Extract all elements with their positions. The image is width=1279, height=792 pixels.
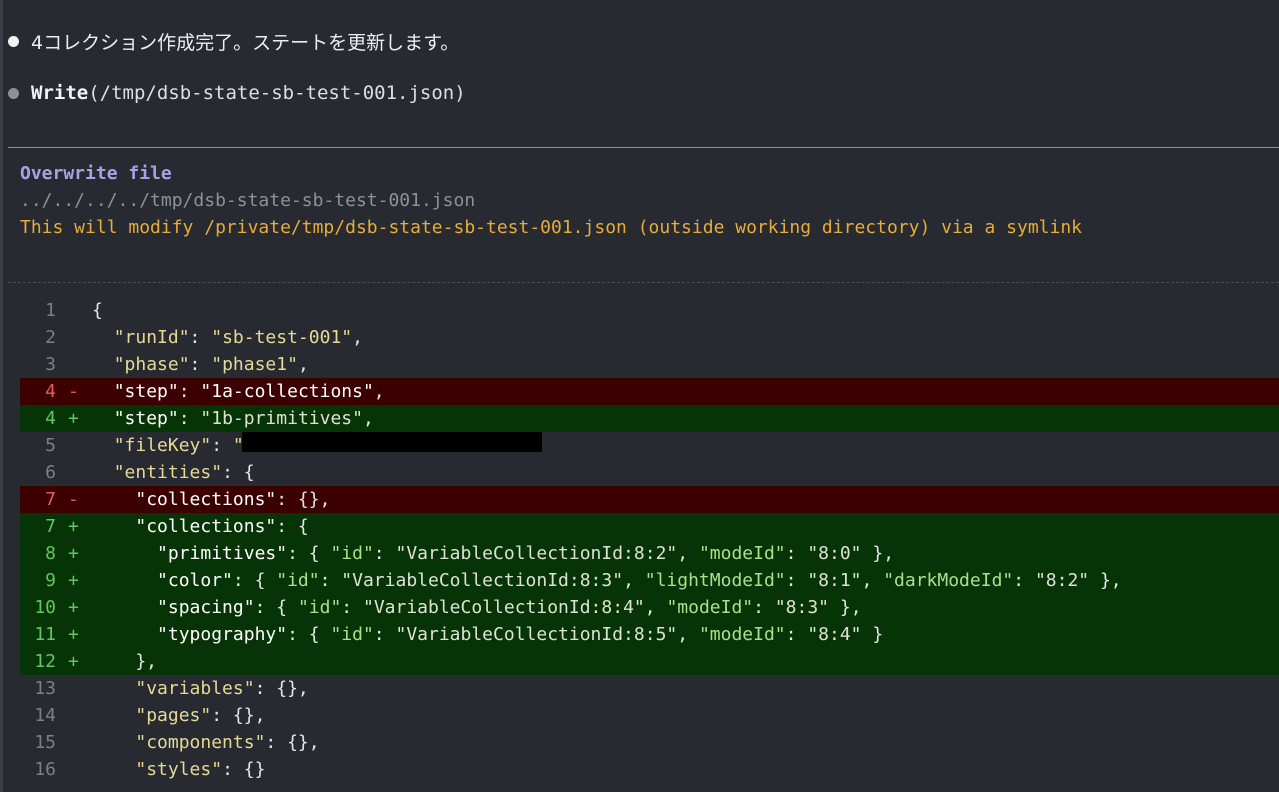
diff-added-line: 8 + "primitives": { "id": "VariableCollec… (20, 540, 1279, 567)
diff-context-line: 16 "styles": {} (20, 756, 1279, 783)
code-text: "styles": {} (135, 759, 266, 780)
line-number: 9 (45, 570, 56, 591)
line-number: 3 (45, 354, 56, 375)
diff-sign: + (68, 408, 79, 429)
code-text: "variables": {}, (135, 678, 309, 699)
diff-added-line: 9 + "color": { "id": "VariableCollectionI… (20, 567, 1279, 594)
line-number: 14 (34, 705, 56, 726)
code-text: "collections": { (135, 516, 309, 537)
code-text: "color": { "id": "VariableCollectionId:8… (157, 570, 1122, 591)
line-number: 13 (34, 678, 56, 699)
window-edge (0, 0, 3, 792)
diff-added-line: 11 + "typography": { "id": "VariableColle… (20, 621, 1279, 648)
diff-added-line: 7 + "collections": { (20, 513, 1279, 540)
code-text: "collections": {}, (135, 489, 331, 510)
diff-sign (56, 702, 92, 729)
diff-sign: + (68, 651, 79, 672)
diff-sign (56, 297, 92, 324)
diff-sign (56, 675, 92, 702)
code-text: }, (92, 651, 158, 672)
diff-sign: - (68, 489, 79, 510)
diff-removed-line: 4- "step": "1a-collections", (20, 378, 1279, 405)
diff-sign: + (68, 570, 79, 591)
diff-sign: - (68, 381, 79, 402)
line-number: 8 (45, 543, 56, 564)
tool-call-line: Write (/tmp/dsb-state-sb-test-001.json) (8, 82, 466, 104)
line-number: 6 (45, 462, 56, 483)
code-text: "entities": { (113, 462, 255, 483)
code-text: "fileKey": " (113, 435, 244, 456)
diff-sign (56, 432, 92, 459)
tool-bullet-icon (8, 87, 19, 99)
line-number: 7 (45, 489, 56, 510)
code-text: { (92, 300, 103, 321)
diff-sign: + (68, 624, 79, 645)
diff-removed-line: 7- "collections": {}, (20, 486, 1279, 513)
code-text: "runId": "sb-test-001", (113, 327, 363, 348)
diff-context-line: 2 "runId": "sb-test-001", (20, 324, 1279, 351)
diff-sign: + (68, 516, 79, 537)
line-number: 12 (34, 651, 56, 672)
line-number: 16 (34, 759, 56, 780)
diff-context-line: 14 "pages": {}, (20, 702, 1279, 729)
line-number: 5 (45, 435, 56, 456)
line-number: 4 (45, 408, 56, 429)
message-text: 4コレクション作成完了。ステートを更新します。 (31, 32, 460, 54)
diff-context-line: 6 "entities": { (20, 459, 1279, 486)
code-text: "step": "1b-primitives", (113, 408, 374, 429)
permission-file-path: ../../../../tmp/dsb-state-sb-test-001.js… (20, 190, 476, 211)
code-text: "pages": {}, (135, 705, 266, 726)
redacted-value (241, 432, 542, 452)
line-number: 7 (45, 516, 56, 537)
diff-sign (56, 324, 92, 351)
diff-sign: + (68, 543, 79, 564)
tool-argument: (/tmp/dsb-state-sb-test-001.json) (88, 82, 466, 104)
diff-added-line: 4 + "step": "1b-primitives", (20, 405, 1279, 432)
diff-divider (8, 282, 1279, 283)
diff-added-line: 12 + }, (20, 648, 1279, 675)
diff-context-line: 3 "phase": "phase1", (20, 351, 1279, 378)
assistant-message: 4コレクション作成完了。ステートを更新します。 (8, 28, 459, 55)
diff-view: 1{2 "runId": "sb-test-001", 3 "phase": "p… (20, 297, 1279, 783)
diff-sign (56, 459, 92, 486)
line-number: 15 (34, 732, 56, 753)
code-text: "primitives": { "id": "VariableCollectio… (157, 543, 895, 564)
permission-title: Overwrite file (20, 163, 172, 184)
diff-context-line: 5 "fileKey": " (20, 432, 1279, 459)
symlink-warning: This will modify /private/tmp/dsb-state-… (20, 217, 1083, 238)
line-number: 2 (45, 327, 56, 348)
line-number: 10 (34, 597, 56, 618)
permission-panel-divider (8, 147, 1279, 148)
diff-added-line: 10 + "spacing": { "id": "VariableCollecti… (20, 594, 1279, 621)
message-bullet-icon (8, 36, 19, 47)
code-text: "phase": "phase1", (113, 354, 309, 375)
code-text: "typography": { "id": "VariableCollectio… (157, 624, 884, 645)
diff-context-line: 1{ (20, 297, 1279, 324)
code-text: "components": {}, (135, 732, 320, 753)
diff-sign (56, 729, 92, 756)
line-number: 1 (45, 300, 56, 321)
diff-sign (56, 756, 92, 783)
code-text: "step": "1a-collections", (113, 381, 385, 402)
tool-name: Write (31, 82, 89, 104)
diff-sign: + (68, 597, 79, 618)
code-text: "spacing": { "id": "VariableCollectionId… (157, 597, 862, 618)
diff-sign (56, 351, 92, 378)
diff-context-line: 15 "components": {}, (20, 729, 1279, 756)
diff-context-line: 13 "variables": {}, (20, 675, 1279, 702)
line-number: 11 (34, 624, 56, 645)
line-number: 4 (45, 381, 56, 402)
